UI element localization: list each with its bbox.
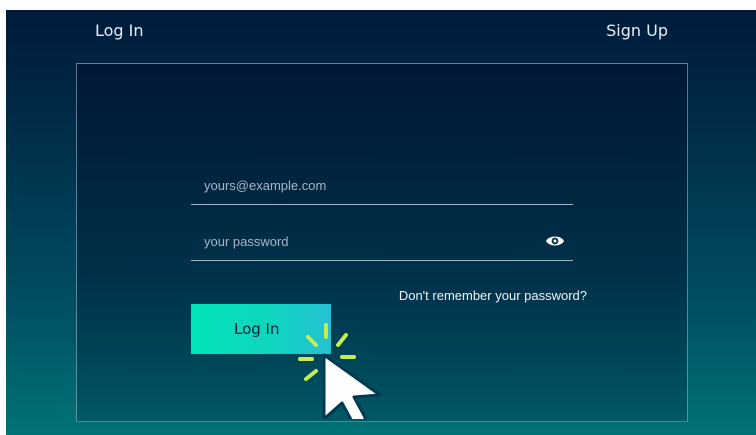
password-field[interactable]: your password (191, 226, 573, 261)
login-button-label: Log In (234, 320, 280, 338)
email-placeholder: yours@example.com (204, 178, 327, 193)
forgot-password-link[interactable]: Don't remember your password? (399, 288, 587, 303)
nav-signup-tab[interactable]: Sign Up (606, 21, 668, 40)
password-placeholder: your password (204, 234, 289, 249)
nav-login-tab[interactable]: Log In (95, 21, 144, 40)
login-screen: Log In Sign Up yours@example.com your pa… (6, 10, 756, 435)
login-button[interactable]: Log In (191, 304, 331, 354)
email-field[interactable]: yours@example.com (191, 170, 573, 205)
eye-icon[interactable] (545, 233, 565, 249)
login-panel: yours@example.com your password Don't re… (76, 63, 688, 422)
